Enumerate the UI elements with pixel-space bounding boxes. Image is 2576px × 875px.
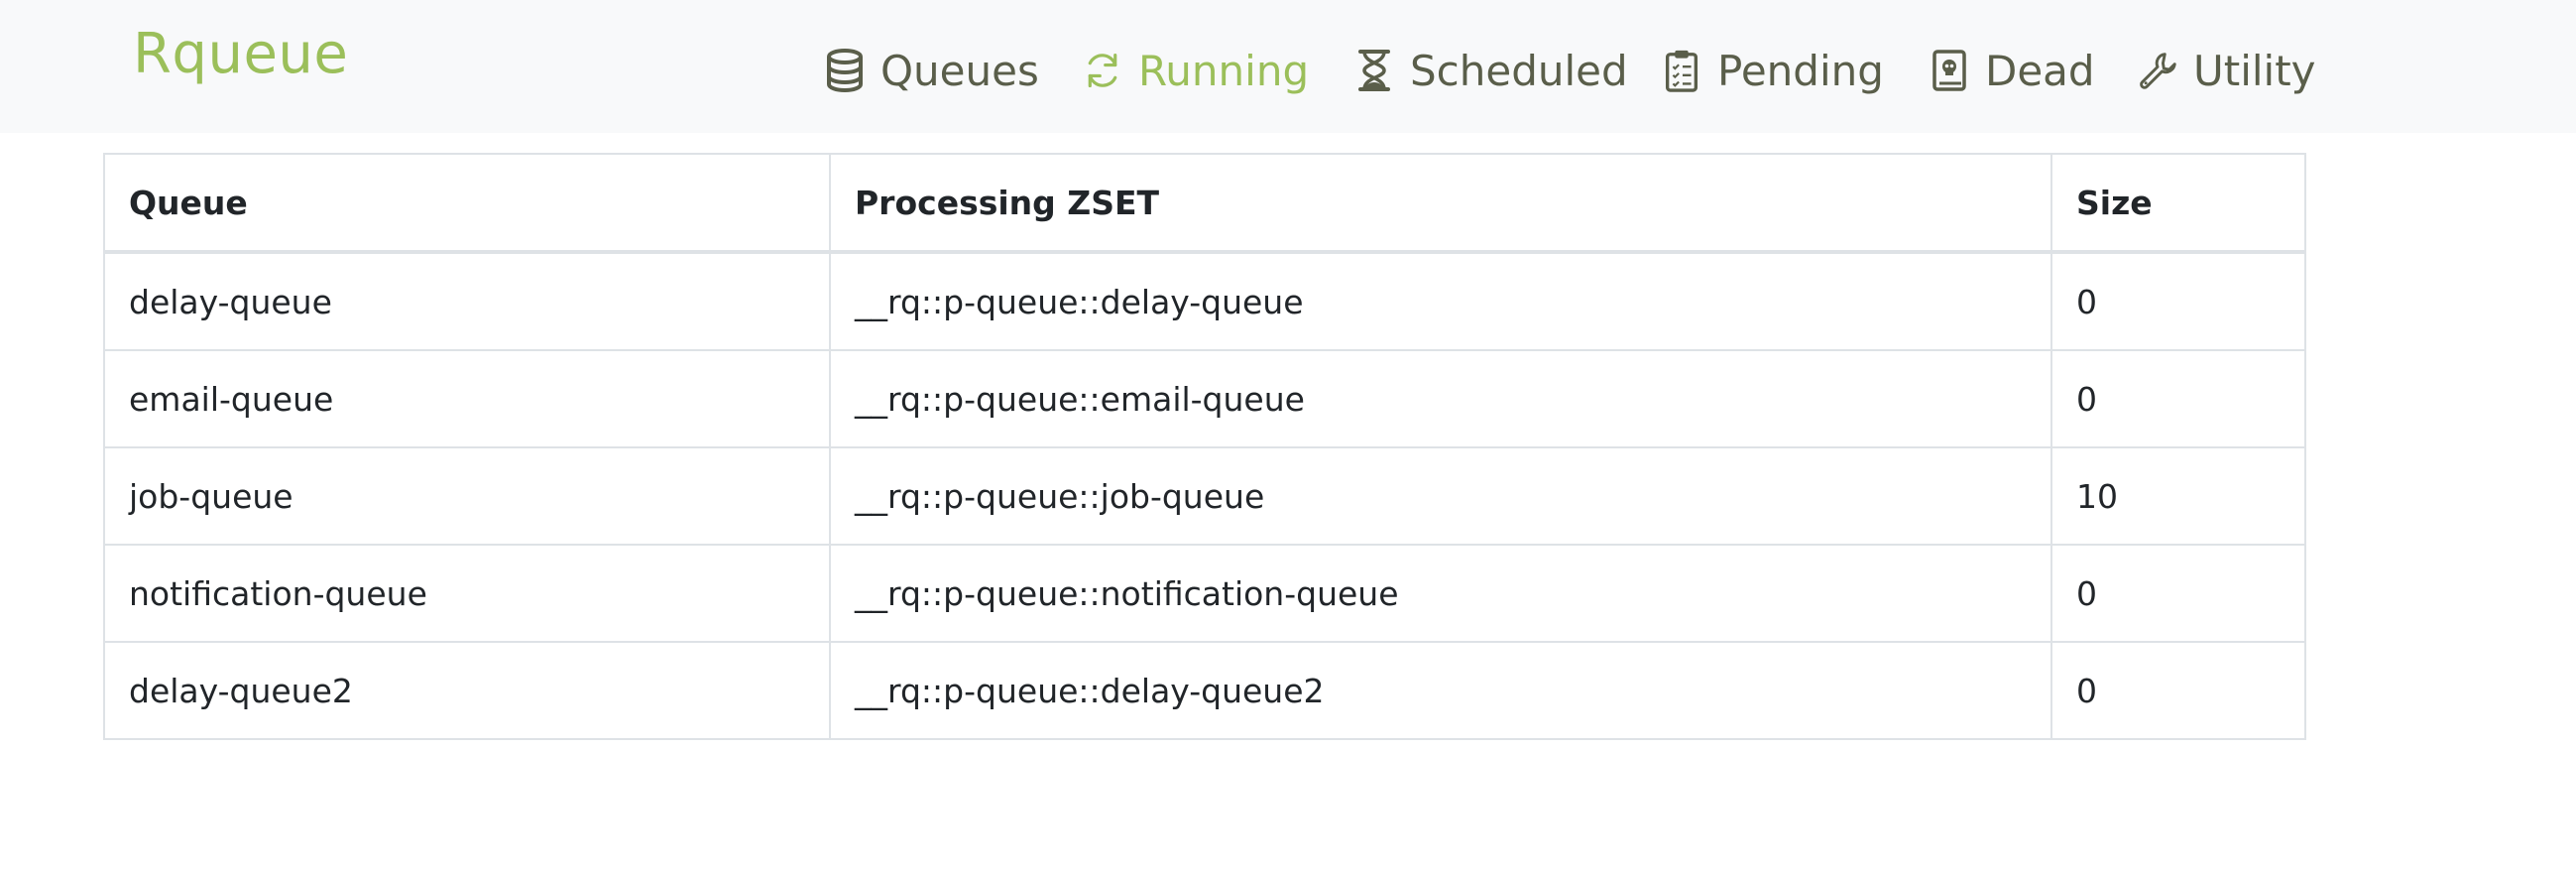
size-cell: 0 — [2050, 641, 2306, 740]
nav-label: Dead — [1985, 46, 2095, 95]
table-header-row: Queue Processing ZSET Size — [103, 153, 2306, 254]
navbar: Rqueue Queues Running Scheduled Pending … — [0, 0, 2576, 133]
table-row: delay-queue __rq::p-queue::delay-queue 0 — [103, 251, 2306, 351]
size-cell: 10 — [2050, 446, 2306, 546]
nav-item-utility[interactable]: Utility — [2138, 38, 2316, 103]
clipboard-list-icon — [1665, 50, 1698, 92]
queue-name-cell: email-queue — [103, 349, 831, 448]
running-queues-table: Queue Processing ZSET Size delay-queue _… — [103, 153, 2306, 740]
size-cell: 0 — [2050, 251, 2306, 351]
processing-zset-cell: __rq::p-queue::delay-queue2 — [829, 641, 2052, 740]
table-row: notification-queue __rq::p-queue::notifi… — [103, 544, 2306, 643]
table-row: email-queue __rq::p-queue::email-queue 0 — [103, 349, 2306, 448]
skull-book-icon — [1932, 50, 1966, 91]
nav-item-running[interactable]: Running — [1083, 38, 1309, 103]
table-row: job-queue __rq::p-queue::job-queue 10 — [103, 446, 2306, 546]
hourglass-icon — [1358, 50, 1390, 91]
nav-item-queues[interactable]: Queues — [825, 38, 1039, 103]
queue-name-cell: notification-queue — [103, 544, 831, 643]
nav-item-dead[interactable]: Dead — [1930, 38, 2095, 103]
queue-name-cell: delay-queue2 — [103, 641, 831, 740]
processing-zset-cell: __rq::p-queue::delay-queue — [829, 251, 2052, 351]
size-cell: 0 — [2050, 544, 2306, 643]
nav-label: Running — [1138, 46, 1310, 95]
table-row: delay-queue2 __rq::p-queue::delay-queue2… — [103, 641, 2306, 740]
column-header-size: Size — [2050, 153, 2306, 254]
database-icon — [827, 49, 863, 92]
wrench-icon — [2140, 53, 2176, 89]
nav-label: Scheduled — [1410, 46, 1628, 95]
queue-name-cell: delay-queue — [103, 251, 831, 351]
size-cell: 0 — [2050, 349, 2306, 448]
processing-zset-cell: __rq::p-queue::job-queue — [829, 446, 2052, 546]
nav-item-pending[interactable]: Pending — [1662, 38, 1884, 103]
nav-links: Queues Running Scheduled Pending Dead Ut… — [0, 0, 2576, 133]
column-header-processing-zset: Processing ZSET — [829, 153, 2052, 254]
nav-label: Queues — [880, 46, 1039, 95]
column-header-queue: Queue — [103, 153, 831, 254]
processing-zset-cell: __rq::p-queue::email-queue — [829, 349, 2052, 448]
sync-icon — [1088, 53, 1117, 88]
queue-name-cell: job-queue — [103, 446, 831, 546]
nav-item-scheduled[interactable]: Scheduled — [1354, 38, 1628, 103]
processing-zset-cell: __rq::p-queue::notification-queue — [829, 544, 2052, 643]
nav-label: Pending — [1717, 46, 1884, 95]
nav-label: Utility — [2193, 46, 2316, 95]
